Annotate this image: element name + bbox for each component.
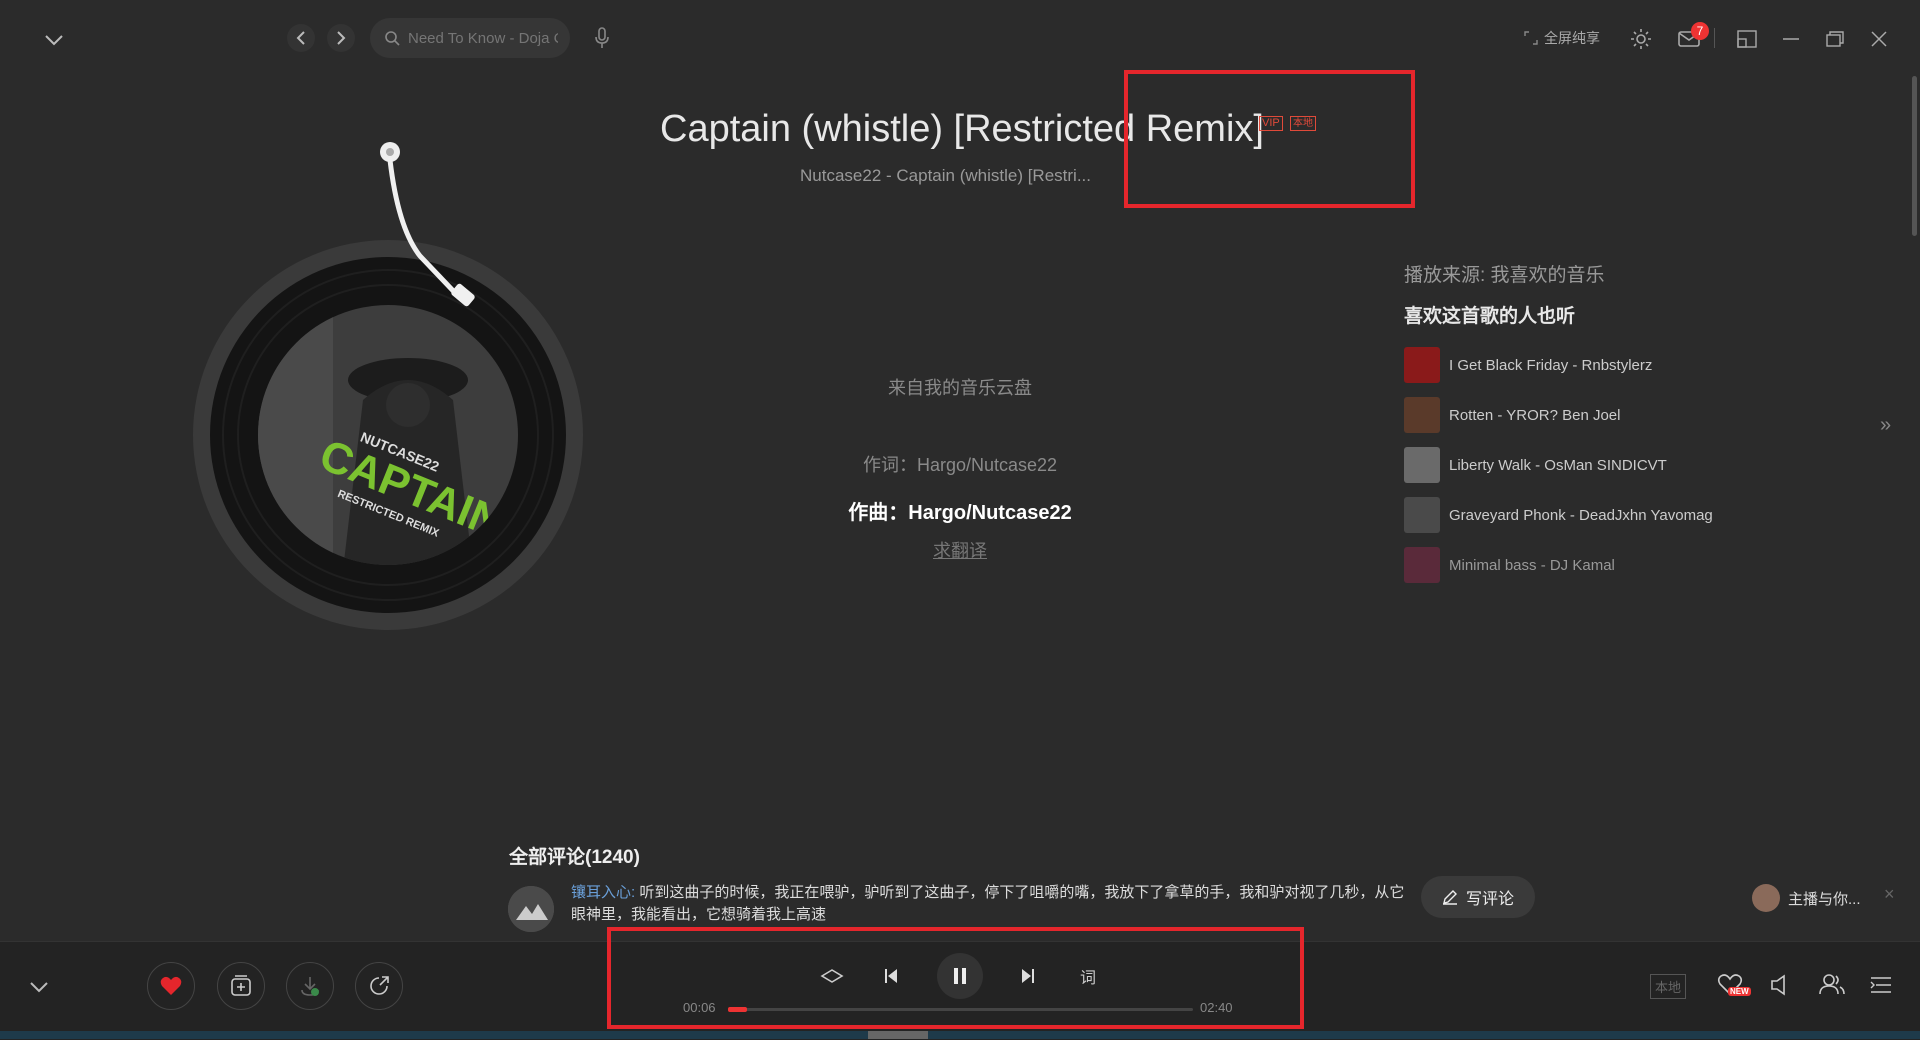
comment-body: 听到这曲子的时候，我正在喂驴，驴听到了这曲子，停下了咀嚼的嘴，我放下了拿草的手，… bbox=[571, 884, 1405, 923]
search-box[interactable] bbox=[370, 18, 570, 58]
anchor-label: 主播与你... bbox=[1788, 890, 1861, 908]
song-thumbnail bbox=[1404, 547, 1440, 583]
fullscreen-share-button[interactable]: 全屏纯享 bbox=[1524, 24, 1600, 52]
minimize-button[interactable] bbox=[1776, 24, 1806, 54]
pause-button[interactable] bbox=[937, 953, 983, 999]
chevron-down-icon bbox=[45, 35, 63, 46]
message-count-badge: 7 bbox=[1691, 22, 1709, 40]
anchor-close-button[interactable]: × bbox=[1884, 884, 1895, 905]
similar-song-item[interactable]: Liberty Walk - OsMan SINDICVT bbox=[1404, 447, 1667, 483]
chevron-down-icon bbox=[30, 982, 48, 993]
playlist-icon bbox=[1870, 977, 1891, 993]
back-button[interactable] bbox=[287, 24, 315, 52]
total-time: 02:40 bbox=[1200, 1000, 1233, 1015]
mini-mode-button[interactable] bbox=[1732, 24, 1762, 54]
settings-button[interactable] bbox=[1626, 24, 1656, 54]
local-source-button[interactable]: 本地 bbox=[1650, 974, 1687, 999]
toolbar-divider bbox=[1714, 28, 1715, 48]
request-translation-link[interactable]: 求翻译 bbox=[760, 537, 1160, 563]
progress-bar[interactable] bbox=[728, 1008, 1193, 1011]
tonearm bbox=[370, 138, 490, 318]
song-artist-subtitle[interactable]: Nutcase22 - Captain (whistle) [Restri... bbox=[800, 166, 1091, 186]
expand-side-panel-button[interactable]: » bbox=[1880, 414, 1891, 437]
share-icon bbox=[370, 976, 389, 995]
similar-song-label: Minimal bass - DJ Kamal bbox=[1449, 556, 1615, 574]
similar-song-item[interactable]: Rotten - YROR? Ben Joel bbox=[1404, 397, 1620, 433]
anchor-avatar bbox=[1752, 884, 1780, 912]
close-button[interactable] bbox=[1864, 24, 1894, 54]
search-icon bbox=[385, 31, 400, 46]
like-button[interactable] bbox=[147, 962, 195, 1010]
download-button[interactable] bbox=[286, 962, 334, 1010]
heart-icon bbox=[160, 976, 182, 995]
new-badge: NEW bbox=[1728, 987, 1751, 996]
maximize-icon bbox=[1826, 31, 1844, 47]
avatar[interactable] bbox=[508, 886, 554, 932]
comment-username[interactable]: 镶耳入心: bbox=[571, 884, 635, 901]
add-to-playlist-button[interactable] bbox=[217, 962, 265, 1010]
similar-song-label: Graveyard Phonk - DeadJxhn Yavomag bbox=[1449, 506, 1713, 524]
mini-player-icon bbox=[1737, 30, 1757, 48]
song-thumbnail bbox=[1404, 347, 1440, 383]
collapse-player-button[interactable] bbox=[38, 26, 70, 54]
similar-song-label: I Get Black Friday - Rnbstylerz bbox=[1449, 356, 1653, 374]
close-icon bbox=[1871, 31, 1887, 47]
maximize-button[interactable] bbox=[1820, 24, 1850, 54]
prev-icon bbox=[885, 969, 897, 983]
similar-song-label: Liberty Walk - OsMan SINDICVT bbox=[1449, 456, 1667, 474]
taskbar-strip bbox=[0, 1031, 1920, 1039]
anchor-widget[interactable]: 主播与你... bbox=[1752, 880, 1861, 916]
similar-song-item[interactable]: I Get Black Friday - Rnbstylerz bbox=[1404, 347, 1652, 383]
write-comment-label: 写评论 bbox=[1465, 891, 1514, 908]
taskbar-handle[interactable] bbox=[868, 1031, 928, 1039]
song-thumbnail bbox=[1404, 397, 1440, 433]
next-track-button[interactable] bbox=[1014, 962, 1042, 990]
comments-heading: 全部评论(1240) bbox=[509, 847, 640, 868]
next-icon bbox=[1022, 969, 1034, 983]
voice-search-button[interactable] bbox=[588, 24, 616, 52]
lyricist-line: 作词：Hargo/Nutcase22 bbox=[862, 455, 1058, 475]
similar-song-label: Rotten - YROR? Ben Joel bbox=[1449, 406, 1621, 424]
back-icon bbox=[296, 31, 305, 45]
mic-icon bbox=[595, 27, 609, 48]
pause-icon bbox=[954, 968, 966, 984]
local-tag: 本地 bbox=[1290, 116, 1316, 131]
pencil-icon bbox=[1442, 890, 1457, 905]
similar-songs-heading: 喜欢这首歌的人也听 bbox=[1404, 306, 1576, 327]
volume-button[interactable] bbox=[1765, 970, 1795, 1000]
expand-icon bbox=[1524, 31, 1538, 45]
vip-tag: VIP bbox=[1259, 116, 1283, 131]
play-mode-button[interactable] bbox=[818, 962, 846, 990]
scrollbar[interactable] bbox=[1912, 76, 1917, 236]
similar-song-item[interactable]: Graveyard Phonk - DeadJxhn Yavomag bbox=[1404, 497, 1713, 533]
share-button[interactable] bbox=[355, 962, 403, 1010]
playlist-button[interactable] bbox=[1866, 970, 1896, 1000]
gear-icon bbox=[1631, 29, 1651, 49]
lyrics-toggle-button[interactable]: 词 bbox=[1074, 962, 1102, 990]
add-icon bbox=[231, 975, 251, 996]
previous-track-button[interactable] bbox=[877, 962, 905, 990]
song-thumbnail bbox=[1404, 497, 1440, 533]
minimize-icon bbox=[1783, 38, 1799, 40]
current-time: 00:06 bbox=[683, 1000, 716, 1015]
collapse-button[interactable] bbox=[24, 972, 54, 1002]
forward-button[interactable] bbox=[327, 24, 355, 52]
download-icon bbox=[301, 977, 319, 996]
progress-fill bbox=[728, 1007, 747, 1012]
listen-together-button[interactable] bbox=[1815, 968, 1849, 1000]
write-comment-button[interactable]: 写评论 bbox=[1421, 876, 1535, 918]
volume-icon bbox=[1771, 974, 1785, 996]
search-input[interactable] bbox=[406, 28, 560, 48]
lyric-source-line: 来自我的音乐云盘 bbox=[888, 378, 1032, 398]
composer-line-current: 作曲：Hargo/Nutcase22 bbox=[848, 502, 1072, 524]
loop-icon bbox=[820, 969, 844, 983]
play-source-label[interactable]: 播放来源: 我喜欢的音乐 bbox=[1404, 260, 1605, 287]
song-thumbnail bbox=[1404, 447, 1440, 483]
comment-text: 镶耳入心: 听到这曲子的时候，我正在喂驴，驴听到了这曲子，停下了咀嚼的嘴，我放下… bbox=[571, 882, 1406, 926]
forward-icon bbox=[337, 31, 346, 45]
similar-song-item[interactable]: Minimal bass - DJ Kamal bbox=[1404, 547, 1615, 583]
together-icon bbox=[1819, 974, 1845, 995]
fullscreen-label: 全屏纯享 bbox=[1544, 30, 1600, 46]
song-title: Captain (whistle) [Restricted Remix] bbox=[660, 108, 1264, 150]
